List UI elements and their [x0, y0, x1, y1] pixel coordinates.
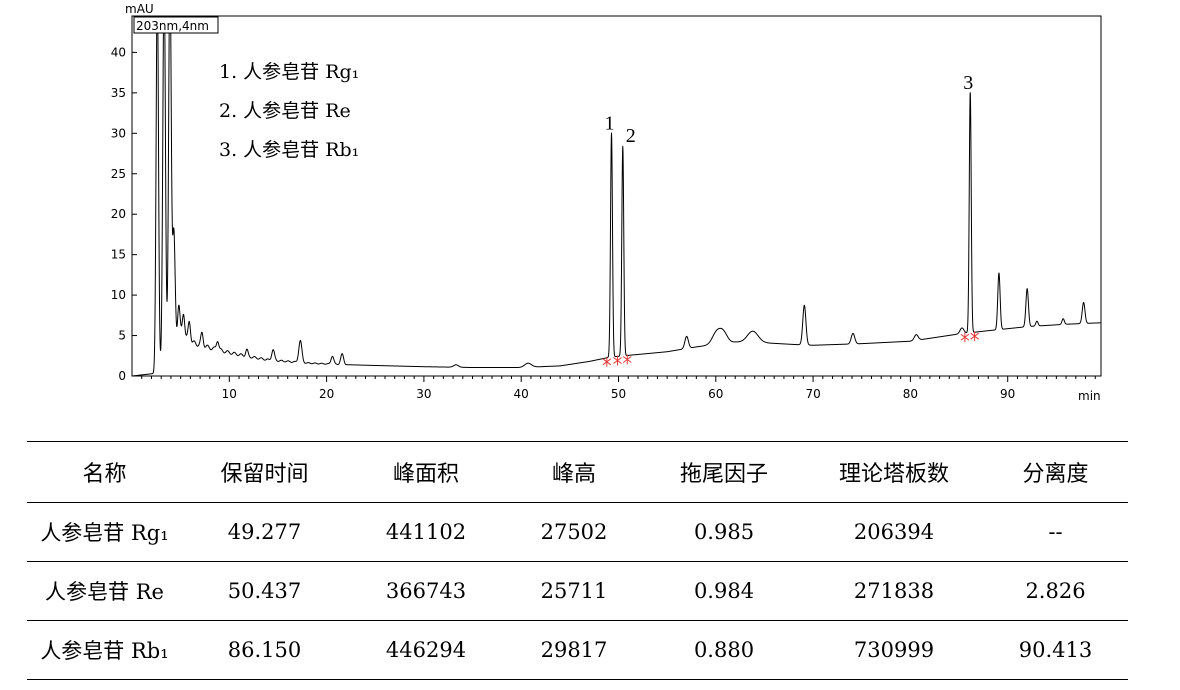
peak-results-table: 名称 保留时间 峰面积 峰高 拖尾因子 理论塔板数 分离度 人参皂苷 Rg₁ 4… [27, 441, 1128, 680]
integration-mark [970, 331, 979, 342]
y-tick-label: 40 [111, 45, 126, 59]
table-row: 人参皂苷 Re 50.437 366743 25711 0.984 271838… [27, 561, 1128, 621]
integration-mark [613, 355, 622, 366]
y-tick-label: 5 [118, 329, 126, 343]
cell-theoretical-plates: 206394 [805, 502, 983, 562]
legend-item-1: 1. 人参皂苷 Rg₁ [219, 61, 359, 83]
y-ticks: 0 5 10 15 20 25 30 35 40 [111, 45, 137, 383]
x-tick-label: 10 [222, 387, 237, 401]
cell-name: 人参皂苷 Re [27, 561, 182, 621]
legend-item-2: 2. 人参皂苷 Re [219, 100, 351, 122]
y-tick-label: 20 [111, 207, 126, 221]
cell-retention-time: 86.150 [182, 620, 347, 680]
cell-peak-height: 27502 [505, 502, 643, 562]
table-row: 人参皂苷 Rb₁ 86.150 446294 29817 0.880 73099… [27, 620, 1128, 680]
x-tick-label: 20 [319, 387, 334, 401]
table-header-row: 名称 保留时间 峰面积 峰高 拖尾因子 理论塔板数 分离度 [27, 441, 1128, 503]
x-tick-label: 90 [1000, 387, 1015, 401]
cell-resolution: 2.826 [983, 561, 1128, 621]
cell-tailing-factor: 0.985 [643, 502, 805, 562]
x-tick-label: 70 [805, 387, 820, 401]
y-tick-label: 10 [111, 288, 126, 302]
peak-label-1: 1 [604, 112, 614, 134]
cell-name: 人参皂苷 Rg₁ [27, 502, 182, 562]
header-retention-time: 保留时间 [182, 441, 347, 503]
cell-tailing-factor: 0.984 [643, 561, 805, 621]
chromatogram-svg: mAU min 0 5 10 15 20 25 30 35 40 10 20 30 40 50 60 70 8… [111, 2, 1102, 403]
integration-mark [622, 354, 632, 365]
cell-resolution: -- [983, 502, 1128, 562]
cell-peak-height: 25711 [505, 561, 643, 621]
x-tick-label: 30 [416, 387, 431, 401]
detector-label: 203nm,4nm [136, 19, 209, 33]
integration-mark [960, 332, 970, 343]
cell-retention-time: 50.437 [182, 561, 347, 621]
x-tick-label: 80 [903, 387, 918, 401]
cell-name: 人参皂苷 Rb₁ [27, 620, 182, 680]
y-tick-label: 30 [111, 126, 126, 140]
cell-tailing-factor: 0.880 [643, 620, 805, 680]
x-tick-label: 50 [611, 387, 626, 401]
cell-retention-time: 49.277 [182, 502, 347, 562]
y-tick-label: 0 [118, 369, 126, 383]
header-peak-area: 峰面积 [347, 441, 505, 503]
x-axis-label: min [1078, 389, 1101, 403]
y-tick-label: 15 [111, 248, 126, 262]
cell-resolution: 90.413 [983, 620, 1128, 680]
header-tailing-factor: 拖尾因子 [643, 441, 805, 503]
legend-item-3: 3. 人参皂苷 Rb₁ [219, 139, 359, 161]
y-axis-label: mAU [125, 2, 154, 16]
cell-peak-area: 446294 [347, 620, 505, 680]
peak-labels: 12 3 [604, 72, 973, 147]
cell-theoretical-plates: 271838 [805, 561, 983, 621]
y-tick-label: 35 [111, 86, 126, 100]
x-ticks: 10 20 30 40 50 60 70 80 90 [141, 376, 1096, 401]
table-row: 人参皂苷 Rg₁ 49.277 441102 27502 0.985 20639… [27, 502, 1128, 562]
cell-theoretical-plates: 730999 [805, 620, 983, 680]
integration-marks [602, 331, 979, 367]
peak-label-3: 3 [963, 72, 973, 94]
header-name: 名称 [27, 441, 182, 503]
peak-label-2: 2 [626, 125, 636, 147]
chromatogram-chart: mAU min 0 5 10 15 20 25 30 35 40 10 20 30 40 50 60 70 8… [0, 0, 1180, 420]
x-tick-label: 60 [708, 387, 723, 401]
y-tick-label: 25 [111, 167, 126, 181]
detector-box: 203nm,4nm [133, 16, 219, 34]
legend: 1. 人参皂苷 Rg₁ 2. 人参皂苷 Re 3. 人参皂苷 Rb₁ [219, 61, 359, 161]
cell-peak-area: 441102 [347, 502, 505, 562]
header-theoretical-plates: 理论塔板数 [805, 441, 983, 503]
x-tick-label: 40 [514, 387, 529, 401]
header-peak-height: 峰高 [505, 441, 643, 503]
cell-peak-area: 366743 [347, 561, 505, 621]
header-resolution: 分离度 [983, 441, 1128, 503]
cell-peak-height: 29817 [505, 620, 643, 680]
